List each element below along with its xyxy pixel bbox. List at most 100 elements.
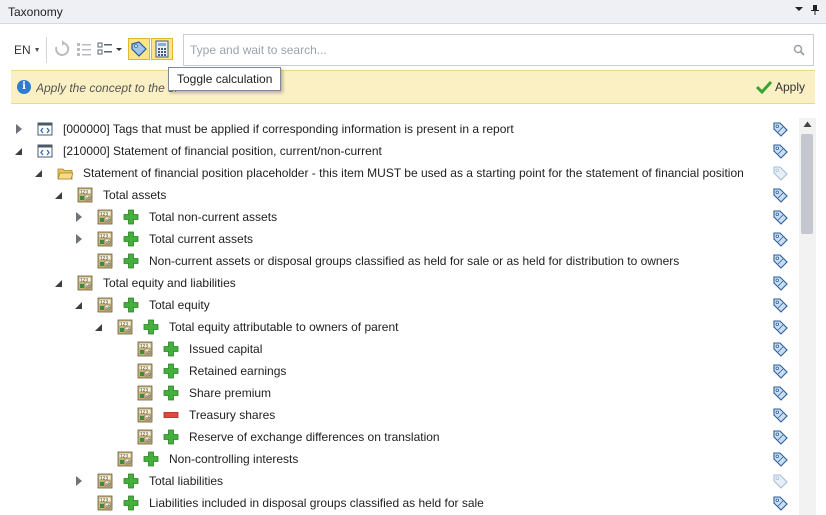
search-input[interactable]: [190, 42, 780, 58]
tag-icon[interactable]: [771, 274, 789, 292]
tag-icon[interactable]: [771, 120, 789, 138]
tree-row[interactable]: Total assets: [0, 184, 795, 206]
tree-row-label: Retained earnings: [189, 364, 287, 378]
concept-icon: [97, 209, 113, 225]
tag-icon[interactable]: [771, 428, 789, 446]
expand-arrow-icon[interactable]: [74, 211, 84, 223]
language-dropdown[interactable]: EN ▼: [14, 43, 41, 57]
tree-row[interactable]: Liabilities included in disposal groups …: [0, 492, 795, 514]
plus-icon: [123, 297, 139, 313]
tree-row-label: Non-current assets or disposal groups cl…: [149, 254, 680, 268]
collapse-arrow-icon[interactable]: [94, 321, 104, 333]
refresh-icon[interactable]: [52, 39, 72, 59]
tree-row[interactable]: Reserve of exchange differences on trans…: [0, 426, 795, 448]
tag-icon[interactable]: [771, 406, 789, 424]
tree-row-label: Share premium: [189, 386, 272, 400]
concept-icon: [97, 495, 113, 511]
vertical-scrollbar[interactable]: [799, 118, 816, 515]
collapse-arrow-icon[interactable]: [34, 167, 44, 179]
concept-icon: [97, 473, 113, 489]
tag-icon[interactable]: [771, 142, 789, 160]
tree-row[interactable]: Total equity attributable to owners of p…: [0, 316, 795, 338]
tag-icon[interactable]: [771, 208, 789, 226]
tag-icon[interactable]: [771, 362, 789, 380]
tree-row-label: Total current assets: [149, 232, 254, 246]
tag-toggle-icon[interactable]: [128, 38, 150, 60]
tree-row-label: Treasury shares: [189, 408, 276, 422]
collapse-arrow-icon[interactable]: [74, 299, 84, 311]
plus-icon: [123, 495, 139, 511]
tree-row[interactable]: Statement of financial position placehol…: [0, 162, 795, 184]
tree-row[interactable]: Share premium: [0, 382, 795, 404]
tree-row-label: Total liabilities: [149, 474, 224, 488]
tree-row[interactable]: Treasury shares: [0, 404, 795, 426]
folder-icon: [57, 165, 73, 181]
concept-icon: [137, 385, 153, 401]
concept-icon: [137, 363, 153, 379]
tag-faded-icon[interactable]: [771, 164, 789, 182]
plus-icon: [163, 363, 179, 379]
tag-icon[interactable]: [771, 450, 789, 468]
tree-row[interactable]: Total non-current assets: [0, 206, 795, 228]
tree-row-label: Non-controlling interests: [169, 452, 299, 466]
tag-faded-icon[interactable]: [771, 472, 789, 490]
tag-icon[interactable]: [771, 296, 789, 314]
language-label: EN: [14, 43, 31, 57]
tree-row-label: [210000] Statement of financial position…: [63, 144, 382, 158]
tag-icon[interactable]: [771, 230, 789, 248]
scroll-up-icon[interactable]: [803, 120, 812, 128]
collapse-arrow-icon[interactable]: [54, 277, 64, 289]
expand-arrow-icon[interactable]: [74, 475, 84, 487]
plus-icon: [123, 231, 139, 247]
expand-arrow-icon[interactable]: [74, 233, 84, 245]
concept-icon: [117, 319, 133, 335]
tree-row[interactable]: Non-controlling interests: [0, 448, 795, 470]
tree-row-label: Issued capital: [189, 342, 263, 356]
concept-icon: [137, 429, 153, 445]
expand-arrow-icon[interactable]: [14, 123, 24, 135]
search-icon: [793, 44, 805, 56]
tag-icon[interactable]: [771, 494, 789, 512]
tag-icon[interactable]: [771, 186, 789, 204]
toolbar-separator: [46, 37, 47, 63]
chevron-down-icon[interactable]: [792, 4, 806, 18]
plus-icon: [123, 473, 139, 489]
tag-icon[interactable]: [771, 340, 789, 358]
apply-label: Apply: [774, 80, 805, 94]
collapse-tree-icon[interactable]: [74, 39, 94, 59]
tree-row-label: Statement of financial position placehol…: [83, 166, 744, 180]
tag-icon[interactable]: [771, 252, 789, 270]
tree-row[interactable]: Retained earnings: [0, 360, 795, 382]
collapse-arrow-icon[interactable]: [54, 189, 64, 201]
tag-icon[interactable]: [771, 384, 789, 402]
scrollbar-thumb[interactable]: [801, 134, 813, 234]
tree-row[interactable]: Non-current assets or disposal groups cl…: [0, 250, 795, 272]
tree-row[interactable]: Total equity and liabilities: [0, 272, 795, 294]
panel-title: Taxonomy: [8, 5, 63, 19]
tree-row-label: [000000] Tags that must be applied if co…: [63, 122, 514, 136]
concept-icon: [77, 275, 93, 291]
collapse-arrow-icon[interactable]: [14, 145, 24, 157]
info-bar: i Apply the concept to the selected fact…: [11, 70, 815, 104]
concept-icon: [97, 231, 113, 247]
view-options-icon[interactable]: [96, 39, 124, 59]
tree-row[interactable]: Total equity: [0, 294, 795, 316]
tree-row[interactable]: Total liabilities: [0, 470, 795, 492]
tree-row-label: Total equity: [149, 298, 210, 312]
tree-row[interactable]: Issued capital: [0, 338, 795, 360]
caret-down-icon: ▼: [33, 47, 41, 55]
tree-row[interactable]: [000000] Tags that must be applied if co…: [0, 118, 795, 140]
checkmark-icon: [755, 80, 773, 95]
calculator-icon[interactable]: [151, 38, 173, 60]
concept-icon: [97, 297, 113, 313]
section-icon: [37, 121, 53, 137]
tree-row[interactable]: [210000] Statement of financial position…: [0, 140, 795, 162]
tree-row[interactable]: Total current assets: [0, 228, 795, 250]
apply-button[interactable]: Apply: [755, 80, 805, 95]
tag-icon[interactable]: [771, 318, 789, 336]
search-box[interactable]: [183, 34, 814, 66]
tree-row-label: Total non-current assets: [149, 210, 278, 224]
toolbar: EN ▼: [0, 25, 826, 67]
concept-icon: [97, 253, 113, 269]
pin-icon[interactable]: [808, 4, 822, 18]
